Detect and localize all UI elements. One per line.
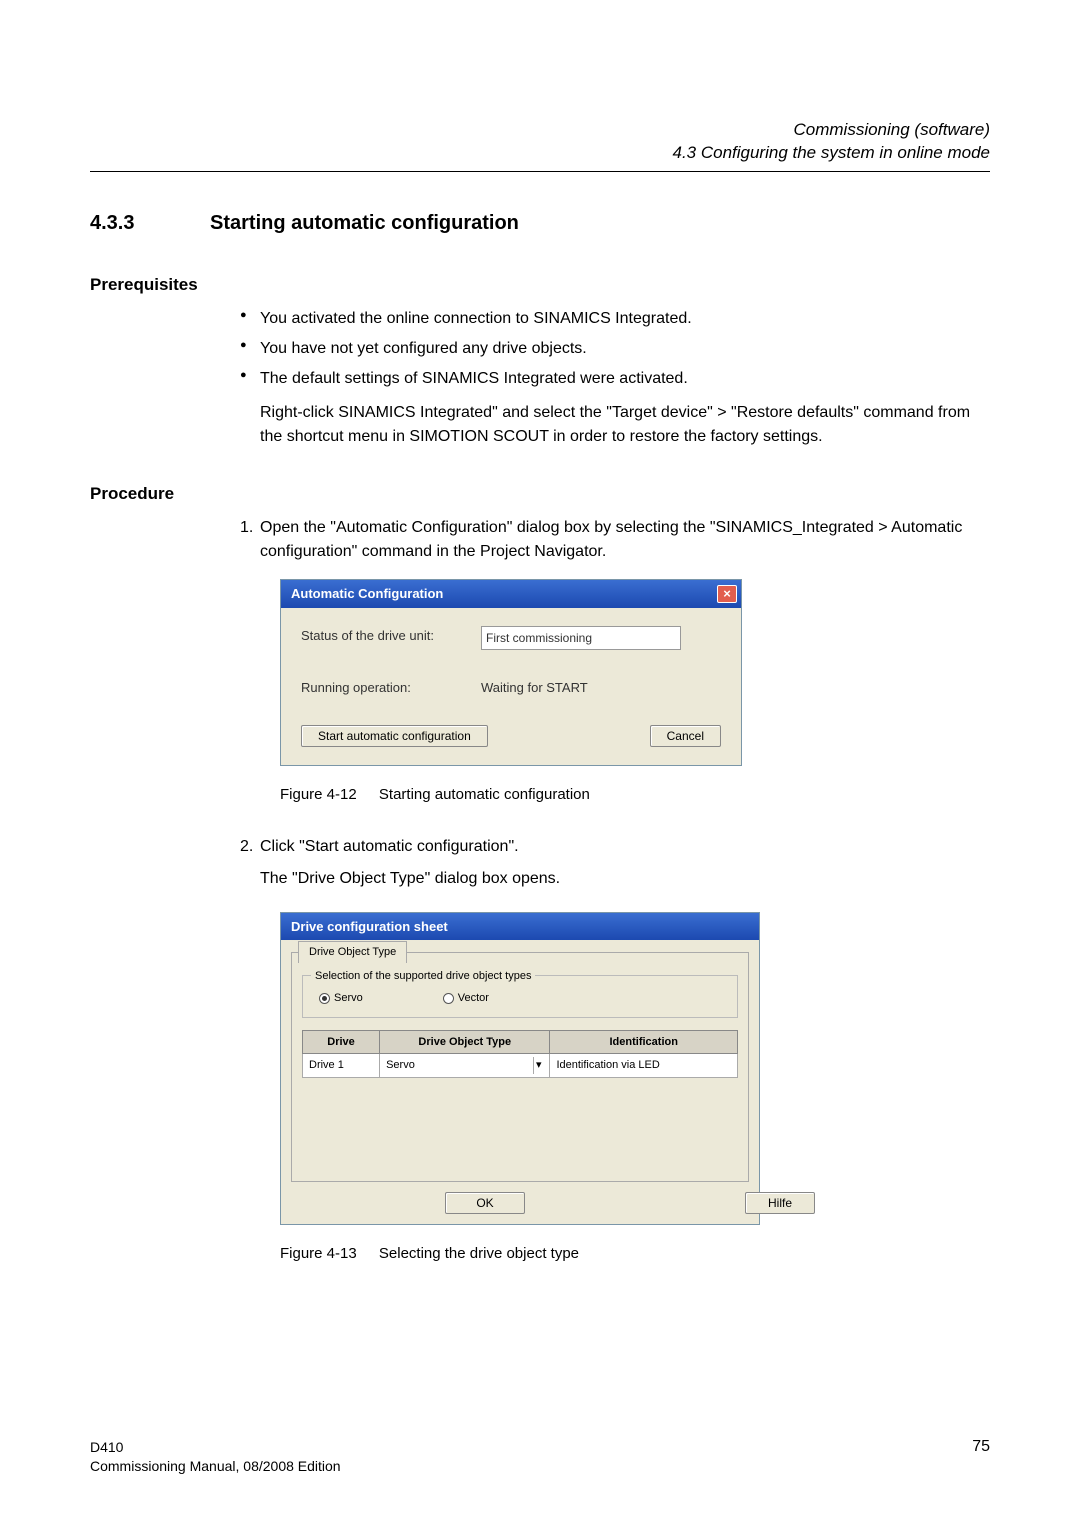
drive-configuration-sheet-dialog: Drive configuration sheet Drive Object T… bbox=[280, 912, 760, 1226]
group-box-title: Selection of the supported drive object … bbox=[311, 968, 535, 985]
ok-button[interactable]: OK bbox=[445, 1192, 525, 1214]
tab-drive-object-type[interactable]: Drive Object Type bbox=[298, 941, 407, 963]
cell-type-select[interactable]: Servo ▾ bbox=[380, 1054, 550, 1078]
table-row: Drive 1 Servo ▾ Identification via LED bbox=[303, 1054, 738, 1078]
page-number: 75 bbox=[972, 1438, 990, 1477]
step1-text: Open the "Automatic Configuration" dialo… bbox=[260, 519, 962, 560]
prereq-heading: Prerequisites bbox=[90, 275, 990, 295]
drive-table: Drive Drive Object Type Identification D… bbox=[302, 1030, 738, 1168]
radio-icon bbox=[319, 993, 330, 1004]
automatic-configuration-dialog: Automatic Configuration × Status of the … bbox=[280, 579, 742, 766]
figure2-caption: Selecting the drive object type bbox=[379, 1245, 579, 1262]
status-label: Status of the drive unit: bbox=[301, 626, 481, 650]
cell-drive: Drive 1 bbox=[303, 1054, 380, 1078]
section-title: Starting automatic configuration bbox=[210, 212, 519, 235]
chapter-title: Commissioning (software) bbox=[90, 120, 990, 140]
procedure-step-1: Open the "Automatic Configuration" dialo… bbox=[240, 516, 990, 807]
help-button[interactable]: Hilfe bbox=[745, 1192, 815, 1214]
chevron-down-icon: ▾ bbox=[533, 1057, 544, 1074]
subsection-path: 4.3 Configuring the system in online mod… bbox=[90, 143, 990, 163]
radio-vector-label: Vector bbox=[458, 990, 489, 1007]
prereq-item: You activated the online connection to S… bbox=[240, 307, 990, 331]
step2-text: Click "Start automatic configuration". bbox=[260, 838, 519, 855]
procedure-step-2: Click "Start automatic configuration". T… bbox=[240, 835, 990, 1266]
figure1-number: Figure 4-12 bbox=[280, 786, 357, 803]
footer-doc-id: D410 bbox=[90, 1438, 341, 1458]
cancel-button[interactable]: Cancel bbox=[650, 725, 721, 747]
prereq-item: You have not yet configured any drive ob… bbox=[240, 337, 990, 361]
cell-identification[interactable]: Identification via LED bbox=[550, 1054, 738, 1078]
col-header-drive: Drive bbox=[303, 1030, 380, 1054]
header-divider bbox=[90, 171, 990, 172]
prereq-item: The default settings of SINAMICS Integra… bbox=[240, 367, 990, 391]
procedure-heading: Procedure bbox=[90, 484, 990, 504]
radio-icon bbox=[443, 993, 454, 1004]
radio-servo[interactable]: Servo bbox=[319, 990, 363, 1007]
radio-servo-label: Servo bbox=[334, 990, 363, 1007]
start-auto-config-button[interactable]: Start automatic configuration bbox=[301, 725, 488, 747]
close-icon[interactable]: × bbox=[717, 585, 737, 603]
radio-vector[interactable]: Vector bbox=[443, 990, 489, 1007]
prereq-note: Right-click SINAMICS Integrated" and sel… bbox=[260, 401, 990, 449]
col-header-identification: Identification bbox=[550, 1030, 738, 1054]
section-number: 4.3.3 bbox=[90, 212, 210, 235]
running-value: Waiting for START bbox=[481, 678, 588, 698]
dialog1-title: Automatic Configuration bbox=[291, 584, 443, 604]
step2-subtext: The "Drive Object Type" dialog box opens… bbox=[260, 867, 990, 891]
dialog2-title: Drive configuration sheet bbox=[291, 917, 448, 937]
footer-doc-edition: Commissioning Manual, 08/2008 Edition bbox=[90, 1457, 341, 1477]
figure1-caption: Starting automatic configuration bbox=[379, 786, 590, 803]
status-value-field: First commissioning bbox=[481, 626, 681, 650]
col-header-type: Drive Object Type bbox=[380, 1030, 550, 1054]
running-label: Running operation: bbox=[301, 678, 481, 698]
figure2-number: Figure 4-13 bbox=[280, 1245, 357, 1262]
